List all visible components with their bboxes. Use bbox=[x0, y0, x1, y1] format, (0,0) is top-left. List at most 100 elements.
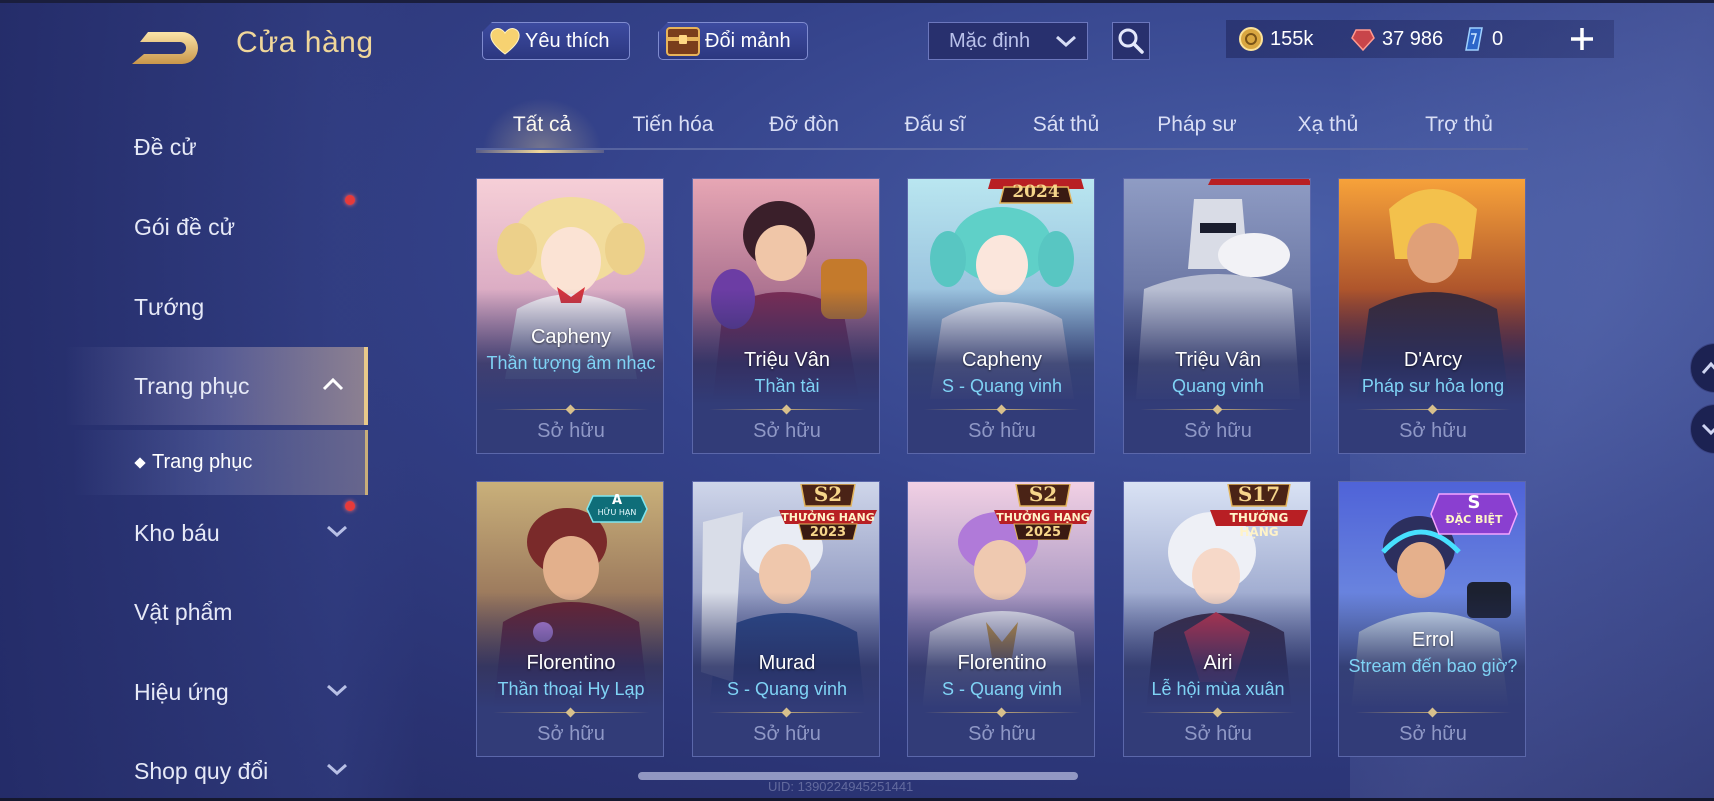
tab-assassin[interactable]: Sát thủ bbox=[1000, 104, 1132, 150]
bullet-diamond-icon bbox=[134, 456, 146, 469]
sidebar-item-label: Gói đề cử bbox=[134, 213, 236, 240]
sidebar-subitem-skins[interactable]: Trang phục bbox=[0, 430, 368, 495]
skin-card[interactable]: 2024 Capheny S - Quang vinh Sở hữu bbox=[907, 178, 1095, 454]
badge-season: S2 bbox=[1028, 482, 1058, 506]
sidebar-item-items[interactable]: Vật phẩm bbox=[0, 573, 368, 651]
tab-fighter[interactable]: Đấu sĩ bbox=[869, 104, 1001, 150]
skin-card[interactable]: Capheny Thần tượng âm nhạc Sở hữu bbox=[476, 178, 664, 454]
hero-name: Murad bbox=[758, 652, 816, 674]
tab-marksman[interactable]: Xạ thủ bbox=[1262, 104, 1394, 150]
chevron-up-icon bbox=[1701, 361, 1714, 374]
sort-value: Mặc định bbox=[949, 29, 1031, 52]
skin-card[interactable]: S2 THƯỞNG HẠNG 2023 Murad S - Quang vinh… bbox=[692, 481, 880, 757]
skin-card[interactable]: S17 THƯỞNG HẠNG Airi Lễ hội mùa xuân Sở … bbox=[1123, 481, 1311, 757]
owned-status: Sở hữu bbox=[753, 420, 821, 442]
skin-name: Quang vinh bbox=[1171, 376, 1265, 396]
skin-name: S - Quang vinh bbox=[941, 679, 1063, 699]
skin-card[interactable]: Triệu Vân Quang vinh Sở hữu bbox=[1123, 178, 1311, 454]
chevron-down-icon bbox=[327, 763, 347, 776]
sidebar-subitem-label: Trang phục bbox=[152, 451, 253, 473]
red-gem-icon bbox=[1351, 29, 1375, 52]
notification-dot bbox=[345, 501, 355, 511]
skin-card[interactable]: S ĐẶC BIỆT Errol Stream đến bao giờ? Sở … bbox=[1338, 481, 1526, 757]
sidebar-item-label: Đề cử bbox=[134, 133, 197, 160]
skin-name: S - Quang vinh bbox=[726, 679, 848, 699]
top-frame bbox=[0, 0, 1714, 3]
badge-rank: A bbox=[611, 493, 623, 508]
back-button[interactable] bbox=[130, 22, 206, 68]
currency-bar: 155k 37 986 0 bbox=[1226, 20, 1614, 58]
tab-evolution[interactable]: Tiến hóa bbox=[607, 104, 739, 150]
sidebar-item-heroes[interactable]: Tướng bbox=[0, 268, 368, 346]
badge-year: 2024 bbox=[1012, 182, 1060, 202]
skin-card[interactable]: A HỮU HẠN Florentino Thần thoại Hy Lạp S… bbox=[476, 481, 664, 757]
back-arrow-icon bbox=[132, 32, 198, 64]
owned-status: Sở hữu bbox=[753, 723, 821, 745]
sidebar-item-skins[interactable]: Trang phục bbox=[0, 347, 368, 425]
tab-label: Trợ thủ bbox=[1425, 113, 1493, 136]
favorites-button[interactable]: Yêu thích bbox=[482, 22, 630, 60]
exchange-fragments-button[interactable]: Đổi mảnh bbox=[658, 22, 808, 60]
gold-amount: 155k bbox=[1270, 27, 1314, 50]
sort-dropdown[interactable]: Mặc định bbox=[928, 22, 1088, 60]
hero-name: Florentino bbox=[957, 652, 1047, 674]
blue-crystal-icon bbox=[1465, 27, 1483, 51]
hero-name: Capheny bbox=[530, 326, 612, 348]
owned-status: Sở hữu bbox=[537, 420, 605, 442]
owned-status: Sở hữu bbox=[1184, 723, 1252, 745]
owned-status: Sở hữu bbox=[1399, 723, 1467, 745]
search-button[interactable] bbox=[1112, 22, 1150, 60]
hero-name: Triệu Vân bbox=[1175, 349, 1261, 371]
hero-name: Capheny bbox=[961, 349, 1043, 371]
search-icon bbox=[1118, 28, 1144, 54]
owned-status: Sở hữu bbox=[1399, 420, 1467, 442]
sidebar-item-exchange-shop[interactable]: Shop quy đổi bbox=[0, 732, 368, 801]
skin-name: Thần thoại Hy Lạp bbox=[497, 679, 645, 699]
sidebar-item-recommended[interactable]: Đề cử bbox=[0, 108, 368, 186]
hero-name: Errol bbox=[1411, 629, 1455, 651]
skin-card[interactable]: S2 THƯỞNG HẠNG 2025 Florentino S - Quang… bbox=[907, 481, 1095, 757]
tab-label: Pháp sư bbox=[1157, 113, 1237, 136]
chevron-down-icon bbox=[1701, 423, 1714, 436]
sidebar-item-treasure[interactable]: Kho báu bbox=[0, 494, 368, 572]
owned-status: Sở hữu bbox=[537, 723, 605, 745]
badge-rank: S bbox=[1467, 492, 1481, 513]
skin-grid: Capheny Thần tượng âm nhạc Sở hữu Triệu … bbox=[476, 178, 1528, 798]
user-id: UID: 1390224945251441 bbox=[768, 779, 914, 794]
crystal-amount: 0 bbox=[1492, 27, 1504, 50]
owned-status: Sở hữu bbox=[968, 723, 1036, 745]
add-currency-button[interactable] bbox=[1566, 23, 1598, 55]
hero-name: Florentino bbox=[526, 652, 616, 674]
sidebar-item-label: Tướng bbox=[134, 293, 205, 320]
owned-status: Sở hữu bbox=[968, 420, 1036, 442]
owned-status: Sở hữu bbox=[1184, 420, 1252, 442]
badge-subtitle: ĐẶC BIỆT bbox=[1445, 513, 1503, 526]
tab-support[interactable]: Trợ thủ bbox=[1393, 104, 1525, 150]
page-title: Cửa hàng bbox=[236, 26, 374, 59]
sidebar-item-label: Hiệu ứng bbox=[134, 678, 229, 705]
sidebar-item-effects[interactable]: Hiệu ứng bbox=[0, 653, 368, 731]
badge-subtitle: HỮU HẠN bbox=[597, 508, 637, 517]
sidebar-item-label: Trang phục bbox=[134, 372, 250, 399]
chevron-down-icon bbox=[327, 525, 347, 538]
voucher-amount: 37 986 bbox=[1382, 27, 1444, 50]
badge-year: 2025 bbox=[1024, 525, 1062, 540]
sidebar-item-recommended-bundles[interactable]: Gói đề cử bbox=[0, 188, 368, 266]
tab-all[interactable]: Tất cả bbox=[476, 98, 608, 153]
skin-name: S - Quang vinh bbox=[941, 376, 1063, 396]
sidebar-item-label: Shop quy đổi bbox=[134, 757, 269, 784]
tab-label: Sát thủ bbox=[1032, 113, 1100, 136]
badge-subtitle: THƯỞNG HẠNG bbox=[781, 511, 875, 524]
tab-tank[interactable]: Đỡ đòn bbox=[738, 104, 870, 150]
badge-season: S2 bbox=[813, 482, 843, 506]
chevron-down-icon bbox=[327, 684, 347, 697]
skin-card[interactable]: Triệu Vân Thần tài Sở hữu bbox=[692, 178, 880, 454]
badge-year: 2023 bbox=[809, 525, 847, 540]
category-tabs: Tất cả Tiến hóa Đỡ đòn Đấu sĩ Sát thủ Ph… bbox=[476, 98, 1528, 153]
sidebar-item-label: Vật phẩm bbox=[134, 598, 233, 625]
skin-name: Thần tượng âm nhạc bbox=[486, 353, 656, 373]
skin-card[interactable]: D'Arcy Pháp sư hỏa long Sở hữu bbox=[1338, 178, 1526, 454]
tab-mage[interactable]: Pháp sư bbox=[1131, 104, 1263, 150]
favorites-label: Yêu thích bbox=[525, 29, 610, 52]
tab-label: Xạ thủ bbox=[1297, 113, 1359, 136]
